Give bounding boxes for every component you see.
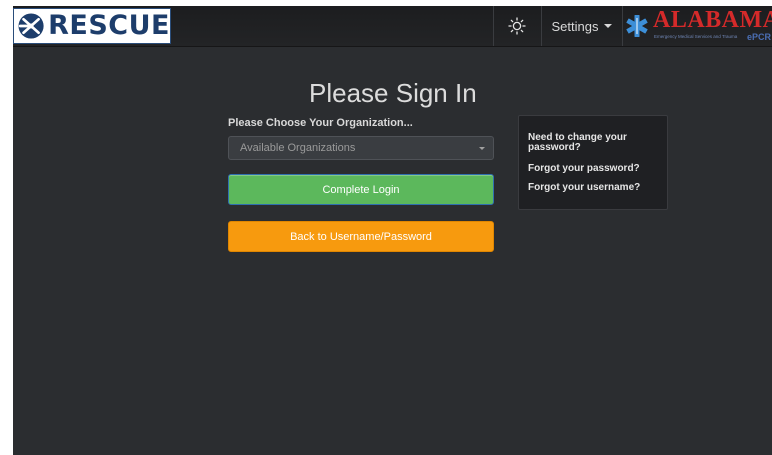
star-of-life-icon: [626, 15, 648, 37]
settings-label: Settings: [551, 18, 599, 34]
help-panel: Need to change your password? Forgot you…: [518, 115, 668, 210]
alabama-epcr-logo[interactable]: ALABAMA Emergency Medical Services and T…: [624, 7, 772, 44]
settings-dropdown[interactable]: Settings: [542, 6, 622, 46]
partner-tag: ePCR: [746, 32, 771, 42]
partner-name: ALABAMA: [653, 7, 772, 33]
partner-wordmark: ALABAMA Emergency Medical Services and T…: [653, 7, 772, 44]
back-to-username-button[interactable]: Back to Username/Password: [228, 221, 494, 252]
change-password-link[interactable]: Need to change your password?: [528, 133, 658, 153]
organization-select[interactable]: Available Organizations: [228, 136, 494, 160]
organization-select-value: Available Organizations: [240, 142, 356, 154]
partner-subtitle: Emergency Medical Services and Trauma: [654, 34, 738, 39]
forgot-password-link[interactable]: Forgot your password?: [528, 164, 658, 174]
rescue-logo[interactable]: RESCUE: [13, 8, 171, 44]
rescue-emblem-icon: [18, 13, 44, 39]
nav-divider: [622, 6, 623, 46]
page-title: Please Sign In: [309, 78, 477, 108]
chevron-down-icon: [479, 147, 485, 150]
app-window: RESCUE Settings ALABAMA Emergency Medica…: [13, 6, 772, 455]
brand-name: RESCUE: [48, 10, 170, 41]
theme-toggle-button[interactable]: [494, 6, 540, 46]
forgot-username-link[interactable]: Forgot your username?: [528, 183, 658, 193]
complete-login-button[interactable]: Complete Login: [228, 174, 494, 205]
navbar: RESCUE Settings ALABAMA Emergency Medica…: [13, 6, 772, 47]
organization-label: Please Choose Your Organization...: [228, 117, 413, 129]
sun-icon: [508, 17, 526, 35]
caret-down-icon: [604, 24, 613, 28]
